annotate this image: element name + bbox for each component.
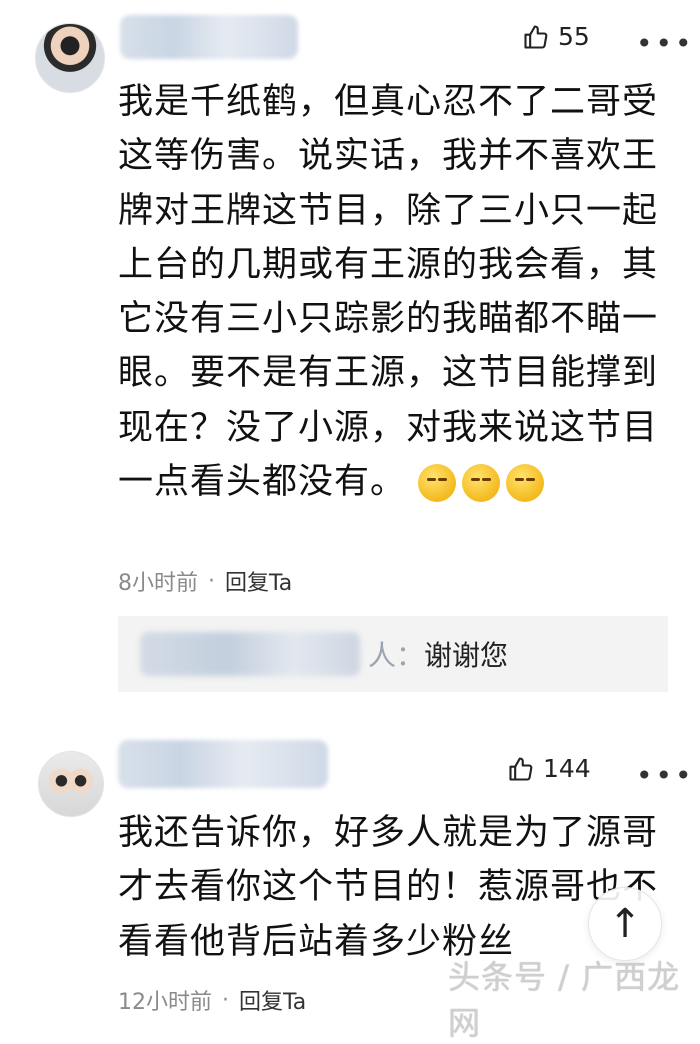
reply-button[interactable]: 回复Ta bbox=[239, 984, 306, 1016]
like-count: 144 bbox=[543, 754, 591, 783]
watermark: 头条号 / 广西龙网 bbox=[448, 958, 681, 1042]
comment-meta: 8小时前 · 回复Ta bbox=[118, 565, 292, 597]
thumbs-up-icon bbox=[524, 24, 548, 49]
comment-time: 12小时前 bbox=[118, 990, 212, 1015]
smirk-emoji-icon bbox=[506, 464, 545, 503]
reply-button[interactable]: 回复Ta bbox=[225, 565, 292, 597]
reply-preview[interactable]: 人：谢谢您 bbox=[118, 616, 668, 692]
comment-text: 我是千纸鹤，但真心忍不了二哥受这等伤害。说实话，我并不喜欢王牌对王牌这节目，除了… bbox=[118, 75, 678, 509]
meta-separator: · bbox=[222, 987, 229, 1013]
comment-body: 我还告诉你，好多人就是为了源哥才去看你这个节目的！惹源哥也不看看他背后站着多少粉… bbox=[118, 813, 659, 962]
username-redacted[interactable] bbox=[118, 740, 328, 788]
smirk-emoji-icon bbox=[418, 464, 457, 503]
thumbs-up-icon bbox=[509, 756, 533, 781]
avatar[interactable] bbox=[35, 23, 105, 93]
like-count: 55 bbox=[558, 22, 590, 51]
like-button[interactable]: 144 bbox=[507, 754, 591, 783]
reply-content: 谢谢您 bbox=[424, 639, 509, 672]
arrow-up-icon: ↑ bbox=[608, 901, 642, 947]
more-options-icon[interactable]: ••• bbox=[636, 762, 695, 790]
username-redacted[interactable] bbox=[120, 15, 298, 59]
reply-text: 人：谢谢您 bbox=[368, 634, 508, 674]
comment-time: 8小时前 bbox=[118, 571, 198, 596]
scroll-to-top-button[interactable]: ↑ bbox=[588, 887, 662, 961]
comment-body: 我是千纸鹤，但真心忍不了二哥受这等伤害。说实话，我并不喜欢王牌对王牌这节目，除了… bbox=[118, 82, 659, 503]
avatar[interactable] bbox=[38, 751, 104, 817]
comment-meta: 12小时前 · 回复Ta bbox=[118, 984, 306, 1016]
like-button[interactable]: 55 bbox=[522, 22, 590, 51]
meta-separator: · bbox=[208, 568, 215, 594]
reply-lead: 人： bbox=[368, 639, 425, 672]
emoji-group bbox=[418, 462, 550, 503]
reply-username-redacted bbox=[140, 632, 360, 676]
more-options-icon[interactable]: ••• bbox=[636, 30, 695, 58]
smirk-emoji-icon bbox=[462, 464, 501, 503]
